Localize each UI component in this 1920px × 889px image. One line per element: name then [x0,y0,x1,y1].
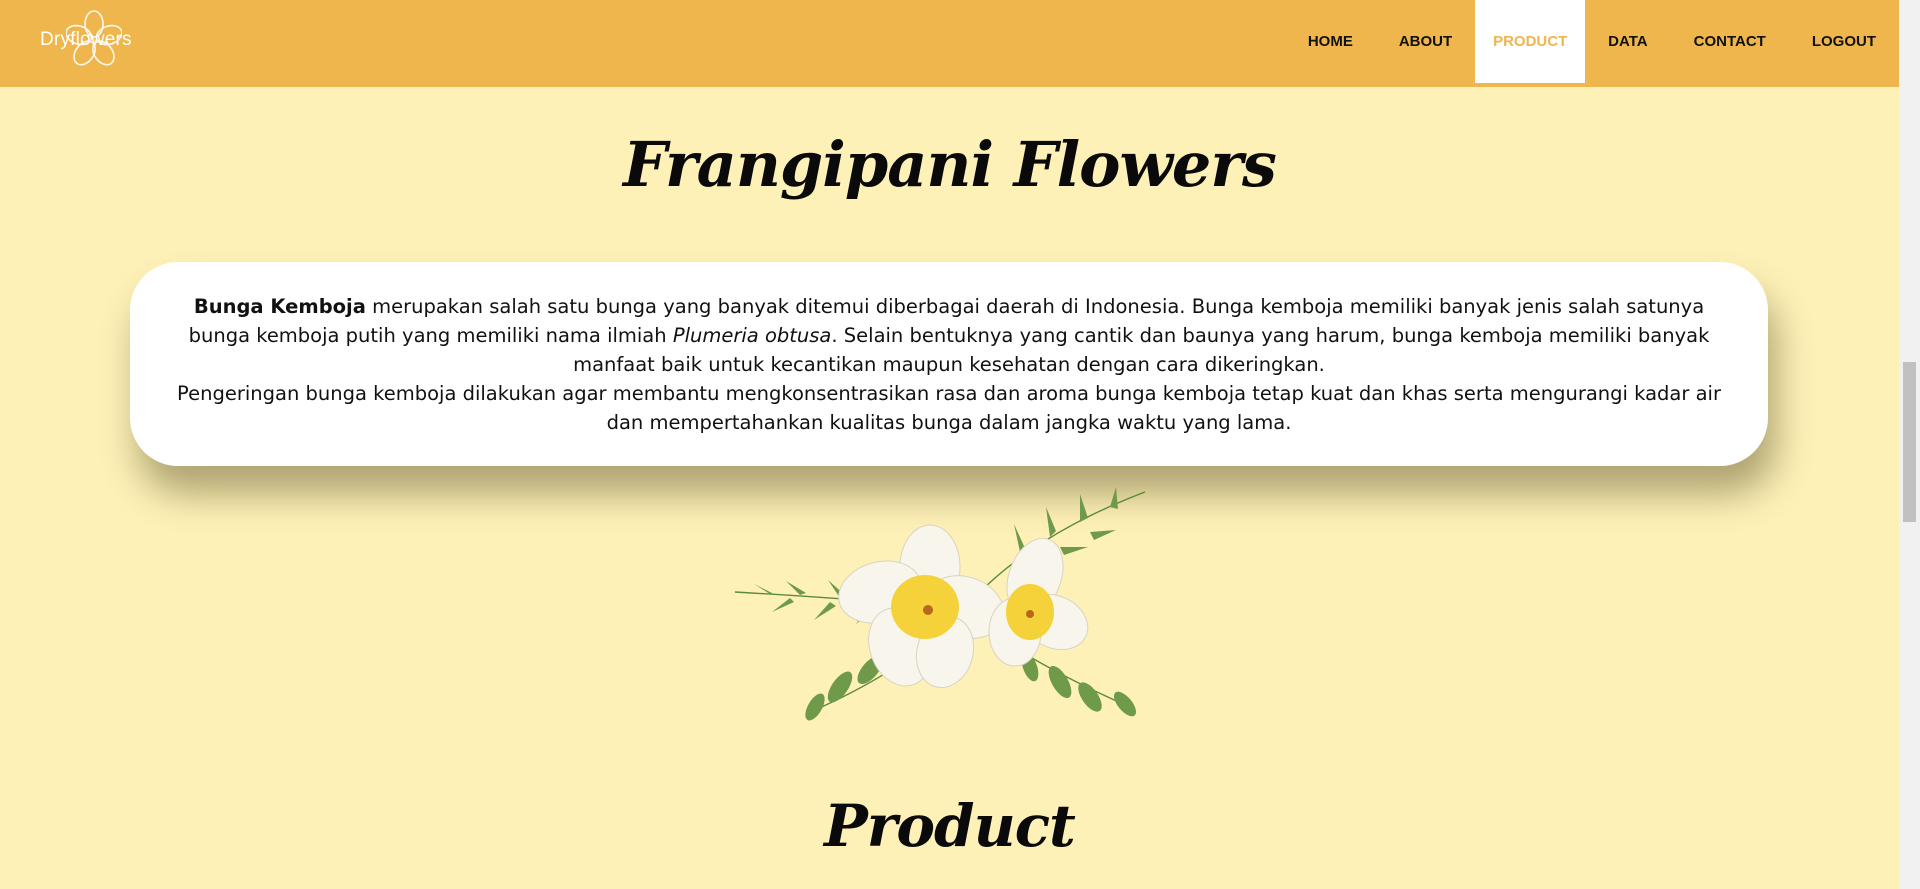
page-title: Frangipani Flowers [623,128,1277,201]
nav-about[interactable]: ABOUT [1376,0,1475,83]
nav-logout[interactable]: LOGOUT [1789,0,1899,83]
section-title-product: Product [824,792,1076,860]
nav-contact[interactable]: CONTACT [1671,0,1789,83]
frangipani-flower-image [734,487,1146,721]
scrollbar-thumb[interactable] [1903,362,1916,522]
description-bold-term: Bunga Kemboja [193,295,366,318]
description-paragraph-1: Bunga Kemboja merupakan salah satu bunga… [162,292,1736,379]
brand-name: Dryflowers [40,29,132,50]
scientific-name: Plumeria obtusa [672,324,832,347]
page-scrollbar[interactable] [1899,0,1920,889]
main-nav: HOME ABOUT PRODUCT DATA CONTACT LOGOUT [1285,0,1899,83]
description-card: Bunga Kemboja merupakan salah satu bunga… [130,262,1768,466]
navbar: Dryflowers HOME ABOUT PRODUCT DATA CONTA… [0,0,1899,87]
nav-home[interactable]: HOME [1285,0,1376,83]
nav-data[interactable]: DATA [1585,0,1670,83]
description-paragraph-2: Pengeringan bunga kemboja dilakukan agar… [177,382,1721,434]
brand-logo[interactable]: Dryflowers [36,8,146,68]
nav-product[interactable]: PRODUCT [1475,0,1586,83]
